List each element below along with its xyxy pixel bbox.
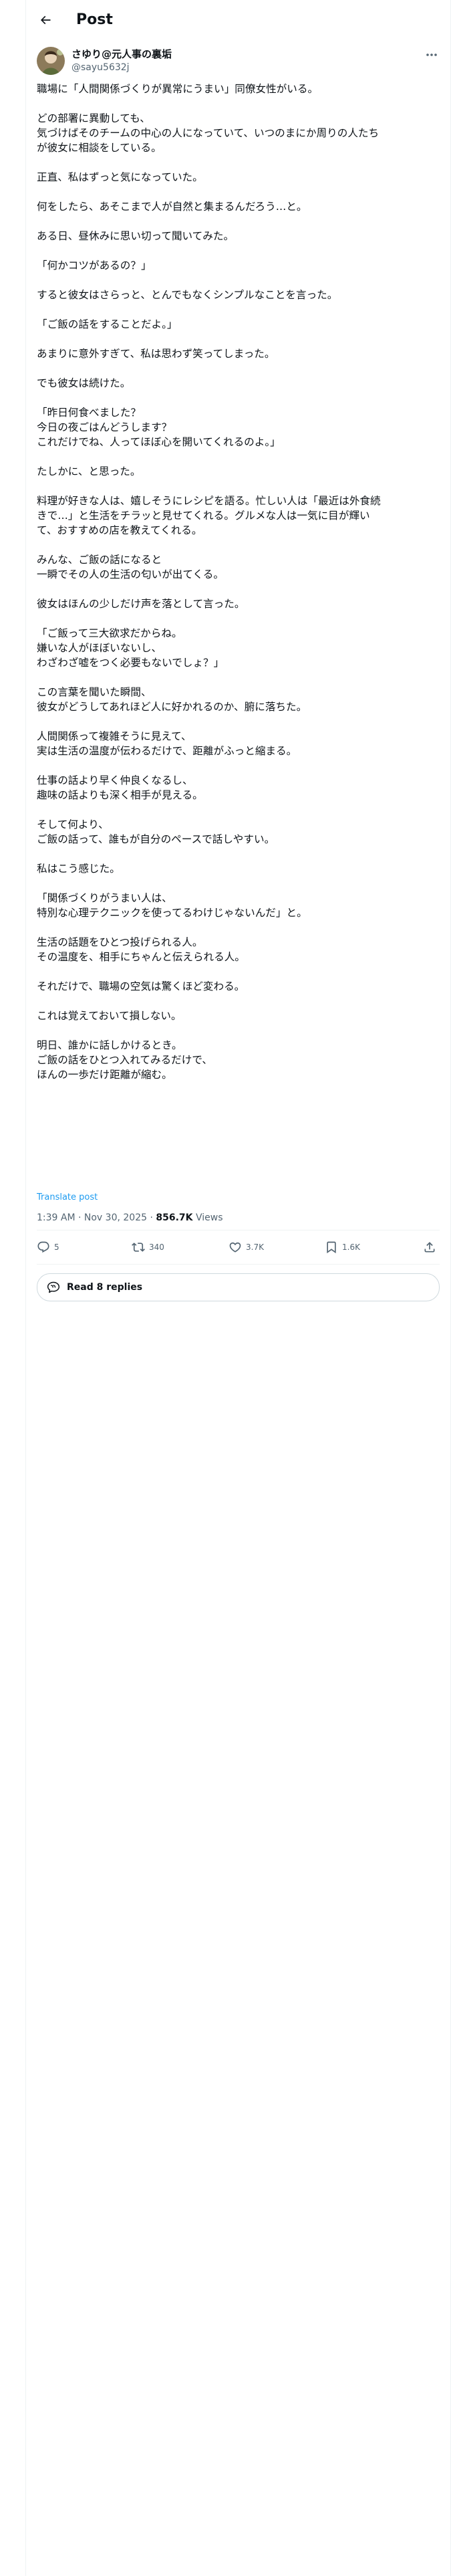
- post-paragraph: 彼女はほんの少しだけ声を落として言った。: [37, 598, 245, 610]
- post-text: 職場に「人間関係づくりが異常にうまい」同僚女性がいる。どの部署に異動しても、 気…: [37, 82, 443, 1097]
- post-paragraph: 仕事の話より早く仲良くなるし、 趣味の話よりも深く相手が見える。: [37, 774, 203, 801]
- post-paragraph: 「何かコツがあるの？」: [37, 259, 152, 272]
- post-paragraph: すると彼女はさらっと、とんでもなくシンプルなことを言った。: [37, 289, 338, 301]
- post-paragraph: 人間関係って複雑そうに見えて、 実は生活の温度が伝わるだけで、距離がふっと縮まる…: [37, 730, 297, 757]
- header-bar: Post: [26, 0, 450, 39]
- share-icon: [424, 1242, 435, 1253]
- post-paragraph: 何をしたら、あそこまで人が自然と集まるんだろう…と。: [37, 201, 307, 213]
- post-paragraph: 「ご飯の話をすることだよ。」: [37, 318, 178, 330]
- divider-bottom: [37, 1264, 440, 1265]
- post-paragraph: 正直、私はずっと気になっていた。: [37, 171, 203, 183]
- bookmark-button[interactable]: 1.6K: [325, 1236, 360, 1259]
- repost-icon: [132, 1243, 145, 1252]
- bookmark-icon: [327, 1241, 336, 1254]
- arrow-left-icon: [40, 15, 51, 25]
- post-paragraph: 生活の話題をひとつ投げられる人。 その温度を、相手にちゃんと伝えられる人。: [37, 936, 245, 963]
- speech-bubble-icon: [47, 1281, 60, 1293]
- back-button[interactable]: [35, 9, 56, 31]
- avatar[interactable]: [37, 47, 65, 75]
- share-button[interactable]: [423, 1236, 436, 1259]
- post-timestamp[interactable]: 1:39 AM · Nov 30, 2025: [37, 1212, 147, 1223]
- more-options-button[interactable]: [424, 49, 440, 60]
- bookmark-count: 1.6K: [342, 1243, 360, 1252]
- post-paragraph: 「ご飯って三大欲求だからね。 嫌いな人がほぼいないし、 わざわざ嘘をつく必要もな…: [37, 627, 224, 669]
- read-replies-label: Read 8 replies: [67, 1282, 143, 1293]
- post-paragraph: みんな、ご飯の話になると 一瞬でその人の生活の匂いが出てくる。: [37, 554, 224, 580]
- post-paragraph: たしかに、と思った。: [37, 465, 141, 477]
- post-paragraph: 職場に「人間関係づくりが異常にうまい」同僚女性がいる。: [37, 83, 319, 95]
- post-paragraph: 私はこう感じた。: [37, 863, 120, 875]
- repost-button[interactable]: 340: [132, 1236, 164, 1259]
- post-paragraph: でも彼女は続けた。: [37, 377, 131, 389]
- author-display-name[interactable]: さゆり@元人事の裏垢: [71, 48, 172, 60]
- avatar-image: [37, 47, 65, 75]
- author-row: さゆり@元人事の裏垢 @sayu5632j: [37, 47, 440, 80]
- post-paragraph: どの部署に異動しても、 気づけばそのチームの中心の人になっていて、いつのまにか周…: [37, 112, 380, 154]
- post-paragraph: 「昨日何食べました？ 今日の夜ごはんどうします？ これだけでね、人ってほぼ心を開…: [37, 407, 281, 448]
- post-paragraph: そして何より、 ご飯の話って、誰もが自分のペースで話しやすい。: [37, 819, 275, 845]
- like-button[interactable]: 3.7K: [229, 1236, 264, 1259]
- reply-count: 5: [54, 1243, 59, 1252]
- action-bar: 5 340 3.7K 1.6K: [37, 1236, 440, 1259]
- post-paragraph: 料理が好きな人は、嬉しそうにレシピを語る。忙しい人は「最近は外食続 きで…」と生…: [37, 495, 381, 536]
- views-label: Views: [192, 1212, 223, 1223]
- heart-icon: [229, 1242, 241, 1253]
- read-replies-button[interactable]: Read 8 replies: [37, 1273, 440, 1301]
- post-paragraph: あまりに意外すぎて、私は思わず笑ってしまった。: [37, 348, 275, 360]
- post-metadata: 1:39 AM · Nov 30, 2025 · 856.7K Views: [37, 1212, 222, 1224]
- post-paragraph: それだけで、職場の空気は驚くほど変わる。: [37, 980, 245, 992]
- post-paragraph: この言葉を聞いた瞬間、 彼女がどうしてあれほど人に好かれるのか、腑に落ちた。: [37, 686, 307, 713]
- views-count: 856.7K: [156, 1212, 193, 1223]
- page-title: Post: [76, 11, 113, 28]
- reply-icon: [37, 1241, 49, 1253]
- meta-separator: ·: [147, 1212, 156, 1223]
- post-paragraph: 「関係づくりがうまい人は、 特別な心理テクニックを使ってるわけじゃないんだ」と。: [37, 892, 307, 919]
- more-dots-icon: [426, 53, 437, 56]
- author-handle[interactable]: @sayu5632j: [71, 62, 130, 74]
- repost-count: 340: [149, 1243, 164, 1252]
- post-paragraph: これは覚えておいて損しない。: [37, 1010, 182, 1022]
- like-count: 3.7K: [246, 1243, 264, 1252]
- post-paragraph: 明日、誰かに話しかけるとき。 ご飯の話をひとつ入れてみるだけで、 ほんの一歩だけ…: [37, 1039, 212, 1081]
- post-paragraph: ある日、昼休みに思い切って聞いてみた。: [37, 230, 235, 242]
- post-column: Post さゆり@元人事の裏垢 @sayu5632j 職場に「人間関係づくりが異…: [26, 0, 450, 2576]
- translate-post-link[interactable]: Translate post: [37, 1192, 98, 1203]
- reply-button[interactable]: 5: [37, 1236, 59, 1259]
